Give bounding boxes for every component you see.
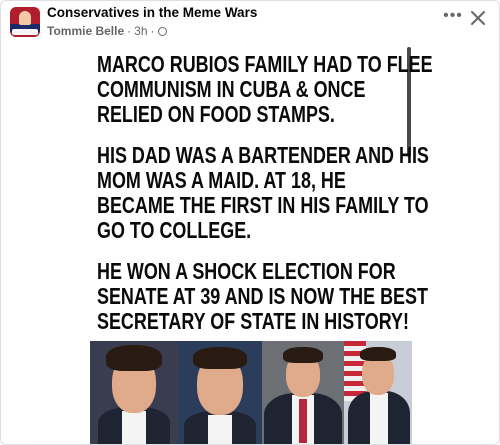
- meme-line: BECAME THE FIRST IN HIS FAMILY TO: [97, 192, 429, 218]
- portrait-hair: [106, 345, 162, 371]
- portrait-hair: [360, 347, 396, 361]
- portrait-shirt: [122, 411, 146, 444]
- portrait-tie: [299, 399, 307, 443]
- portrait-photo-4: [344, 341, 412, 444]
- portrait-photo-3: [262, 341, 344, 444]
- meme-line: MARCO RUBIOS FAMILY HAD TO FLEE: [97, 51, 433, 77]
- meme-line: GO TO COLLEGE.: [97, 217, 252, 243]
- portrait-shirt: [208, 415, 232, 444]
- meme-line: SENATE AT 39 AND IS NOW THE BEST: [97, 283, 428, 309]
- meme-line: RELIED ON FOOD STAMPS.: [97, 101, 335, 127]
- meme-line: HE WON A SHOCK ELECTION FOR: [97, 258, 396, 284]
- group-name-link[interactable]: Conservatives in the Meme Wars: [47, 5, 257, 20]
- group-avatar[interactable]: [10, 7, 40, 37]
- author-link[interactable]: Tommie Belle: [47, 24, 124, 38]
- post-time[interactable]: 3h: [134, 24, 147, 38]
- avatar-figure: [19, 11, 31, 25]
- meta-separator-2: ·: [150, 24, 155, 38]
- more-horizontal-icon[interactable]: •••: [442, 7, 464, 29]
- post-meta: Tommie Belle · 3h ·: [47, 24, 167, 38]
- portrait-hair: [193, 347, 247, 369]
- post-card: Conservatives in the Meme Wars Tommie Be…: [0, 0, 500, 445]
- meme-line: SECRETARY OF STATE IN HISTORY!: [97, 308, 409, 334]
- portrait-hair: [283, 347, 323, 363]
- meme-line: COMMUNISM IN CUBA & ONCE: [97, 76, 366, 102]
- portrait-shirt: [370, 393, 388, 444]
- meme-line: HIS DAD WAS A BARTENDER AND HIS: [97, 142, 429, 168]
- portrait-photo-2: [178, 341, 262, 444]
- portrait-photo-1: [90, 341, 178, 444]
- meme-line: MOM WAS A MAID. AT 18, HE: [97, 167, 346, 193]
- avatar-banner: [12, 29, 38, 35]
- close-icon[interactable]: [467, 7, 489, 29]
- post-header: Conservatives in the Meme Wars Tommie Be…: [1, 1, 499, 45]
- meta-separator: ·: [127, 24, 132, 38]
- meme-image[interactable]: MARCO RUBIOS FAMILY HAD TO FLEE COMMUNIS…: [85, 47, 433, 444]
- globe-icon: [157, 26, 167, 36]
